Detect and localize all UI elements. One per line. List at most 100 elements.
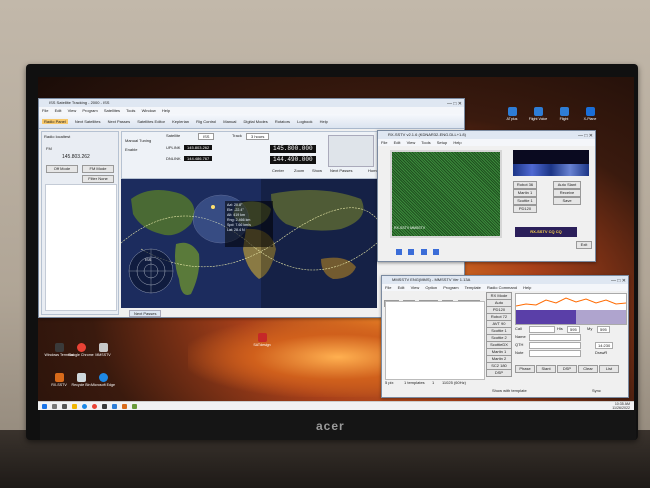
plane-icon <box>507 107 517 116</box>
radio-panel-blank-area <box>45 184 117 311</box>
log-my-value[interactable]: 595 <box>597 326 610 333</box>
map-sat-name: ISS <box>145 257 152 262</box>
mmsstv-bottom-buttons: Phase Slant DSP Clear List <box>515 365 625 373</box>
mmsstv-menu-edit[interactable]: Edit <box>398 285 405 290</box>
tab-center[interactable]: Center <box>272 168 284 173</box>
sstv-picture-caption: RX-SSTV MMSSTV <box>394 226 426 230</box>
log-note-input[interactable] <box>529 350 581 357</box>
downlink-freq: 144.486.767 <box>184 156 213 161</box>
app-icon[interactable] <box>112 404 117 409</box>
sstv-title-bar: RX-SSTV v2.1.6 (KDNAR32-ENG.DLL+1.8) — □ … <box>378 131 595 139</box>
sstv-exit-button[interactable]: Exit <box>576 241 592 249</box>
show-template-checkbox[interactable]: Show with template <box>492 388 527 393</box>
sstv-menu-tools[interactable]: Tools <box>421 140 430 145</box>
play-icon[interactable] <box>396 249 402 255</box>
dsp-button[interactable]: DSP <box>557 365 577 373</box>
phase-button[interactable]: Phase <box>515 365 535 373</box>
app-icon[interactable] <box>122 404 127 409</box>
sstv-menu-help[interactable]: Help <box>453 140 461 145</box>
receive-button[interactable]: Receive <box>553 189 581 197</box>
tab-next-passes[interactable]: Next Passes <box>330 168 352 173</box>
ribbon-keplerian[interactable]: Keplerian <box>172 119 189 124</box>
sstv-window-controls[interactable]: — □ ✕ <box>578 132 593 140</box>
tab-next-passes-bottom[interactable]: Next Passes <box>129 310 162 317</box>
mmsstv-window-controls[interactable]: — □ ✕ <box>611 277 626 285</box>
menu-tools[interactable]: Tools <box>126 108 135 113</box>
track-select[interactable]: 3 hours <box>246 133 270 140</box>
chrome-icon[interactable] <box>92 404 97 409</box>
sstv-menu-view[interactable]: View <box>407 140 416 145</box>
log-qth-input[interactable] <box>529 342 581 349</box>
log-time-value[interactable]: 14:230 <box>595 342 614 349</box>
desktop-icon-xplane[interactable]: X-Plane <box>573 107 607 121</box>
desktop-icon-mmsstv[interactable]: MMSSTV <box>86 343 120 357</box>
sstv-menu-file[interactable]: File <box>381 140 387 145</box>
stop-icon[interactable] <box>408 249 415 255</box>
log-call-input[interactable] <box>529 326 555 333</box>
clear-button[interactable]: Clear <box>578 365 598 373</box>
mode-robot36[interactable]: Robot 36 <box>513 181 537 189</box>
app-icon[interactable] <box>132 404 137 409</box>
menu-file[interactable]: File <box>42 108 48 113</box>
mmsstv-menu-radio-command[interactable]: Radio Command <box>487 285 517 290</box>
list-button[interactable]: List <box>599 365 619 373</box>
save-button[interactable]: Save <box>553 197 581 205</box>
slant-button[interactable]: Slant <box>536 365 556 373</box>
forward-icon[interactable] <box>420 249 427 255</box>
menu-satellites[interactable]: Satellites <box>104 108 120 113</box>
tab-zoom[interactable]: Zoom <box>294 168 304 173</box>
mmsstv-menu-option[interactable]: Option <box>425 285 437 290</box>
search-icon[interactable] <box>52 404 57 409</box>
mode-scottie1[interactable]: Scottie 1 <box>513 197 537 205</box>
log-his-value[interactable]: 595 <box>567 326 580 333</box>
world-map[interactable]: ISS Azi: 20.8° Ele: -22.4° Alt: 419 km R… <box>121 179 377 308</box>
sstv-menu-setup[interactable]: Setup <box>437 140 447 145</box>
desktop-icon-satdesign[interactable]: SATdesign <box>245 333 279 347</box>
mmsstv-menu-view[interactable]: View <box>411 285 420 290</box>
radio-off-mode-button[interactable]: Off Mode <box>46 165 78 173</box>
spectrum-band <box>513 164 589 176</box>
sstv-menu-edit[interactable]: Edit <box>394 140 401 145</box>
auto-slant-toggle[interactable]: Auto Slant <box>553 181 581 189</box>
ribbon-manual[interactable]: Manual <box>223 119 236 124</box>
mmsstv-menu-help[interactable]: Help <box>523 285 531 290</box>
menu-edit[interactable]: Edit <box>55 108 62 113</box>
ribbon-satellites-editor[interactable]: Satellites Editor <box>137 119 165 124</box>
satellite-select[interactable]: ISS <box>198 133 215 140</box>
enable-checkbox[interactable]: Enable <box>125 147 137 152</box>
screen: ATplus Flight Voice Flight X-Plane Windo… <box>38 77 634 410</box>
mmsstv-menu-file[interactable]: File <box>385 285 391 290</box>
ribbon-next-passes[interactable]: Next Passes <box>108 119 130 124</box>
mode-martin1[interactable]: Martin 1 <box>513 189 537 197</box>
monitor-brand: acer <box>316 419 345 433</box>
mode-pd120[interactable]: PD120 <box>513 205 537 213</box>
start-icon[interactable] <box>42 404 47 409</box>
ribbon-logbook[interactable]: Logbook <box>297 119 312 124</box>
menu-window[interactable]: Window <box>142 108 156 113</box>
menu-help[interactable]: Help <box>162 108 170 113</box>
mode-dsp[interactable]: DSP <box>486 369 512 377</box>
ribbon-digital-modes[interactable]: Digital Modes <box>244 119 268 124</box>
terminal-icon[interactable] <box>102 404 107 409</box>
menu-program[interactable]: Program <box>82 108 97 113</box>
window-controls[interactable]: — □ ✕ <box>447 100 462 108</box>
ribbon-help[interactable]: Help <box>320 119 328 124</box>
radio-filter-button[interactable]: Filter None <box>82 175 114 183</box>
edge-icon[interactable] <box>82 404 87 409</box>
mmsstv-menu-program[interactable]: Program <box>443 285 458 290</box>
radio-fm-mode-button[interactable]: FM Mode <box>82 165 114 173</box>
mmsstv-menu-template[interactable]: Template <box>465 285 481 290</box>
desktop-icon-edge[interactable]: Microsoft Edge <box>86 373 120 387</box>
ribbon-rotators[interactable]: Rotators <box>275 119 290 124</box>
menu-view[interactable]: View <box>68 108 77 113</box>
rewind-icon[interactable] <box>433 249 440 255</box>
tab-show[interactable]: Show <box>312 168 322 173</box>
ribbon-next-satellites[interactable]: Next Satellites <box>75 119 101 124</box>
ribbon-rig-control[interactable]: Rig Control <box>196 119 216 124</box>
ribbon-radio-panel[interactable]: Radio Panel <box>42 119 68 124</box>
log-name-input[interactable] <box>529 334 581 341</box>
mmsstv-status-count: 1 <box>432 380 435 385</box>
taskbar-clock[interactable]: 10:35 AM 11/26/2022 <box>594 402 630 410</box>
task-view-icon[interactable] <box>62 404 67 409</box>
file-explorer-icon[interactable] <box>72 404 77 409</box>
